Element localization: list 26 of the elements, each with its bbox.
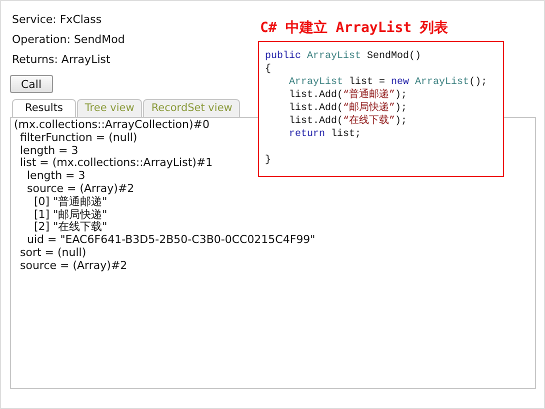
call-button[interactable]: Call [10, 75, 53, 93]
tree-line: uid = "EAC6F641-B3D5-2B50-C3B0-0CC0215C4F99" [27, 233, 316, 246]
tree-line: [2] "在线下载" [34, 220, 108, 234]
tree-line: [0] "普通邮递" [34, 194, 108, 208]
code-line: list.Add(“邮局快递”); [288, 103, 408, 114]
info-label: Returns: ArrayList [12, 53, 110, 67]
annotation-title: C# 中建立 ArrayList 列表 [259, 19, 450, 38]
info-label: Operation: SendMod [12, 33, 125, 47]
tree-line: list = (mx.collections::ArrayList)#1 [20, 156, 213, 170]
tree-line: length = 3 [27, 169, 86, 182]
tree-line: length = 3 [20, 144, 78, 157]
tree-line: sort = (null) [20, 246, 86, 259]
code-line: list.Add(“普通邮递”); [288, 90, 408, 101]
tree-line: source = (Array)#2 [27, 182, 134, 195]
code-line: public ArrayList SendMod() [265, 51, 422, 62]
tree-line: [1] "邮局快递" [34, 208, 108, 221]
tab[interactable]: Results [12, 99, 76, 117]
tree-line: filterFunction = (null) [20, 130, 138, 144]
code-line: { [265, 64, 272, 75]
code-line: ArrayList list = new ArrayList(); [288, 77, 488, 88]
tree-line: (mx.collections::ArrayCollection)#0 [14, 118, 210, 131]
info-label: Service: FxClass [12, 13, 102, 27]
code-line: } [265, 155, 272, 166]
tree-line: source = (Array)#2 [20, 258, 128, 272]
code-line: return list; [288, 129, 362, 140]
code-line: list.Add(“在线下载”); [288, 116, 408, 127]
